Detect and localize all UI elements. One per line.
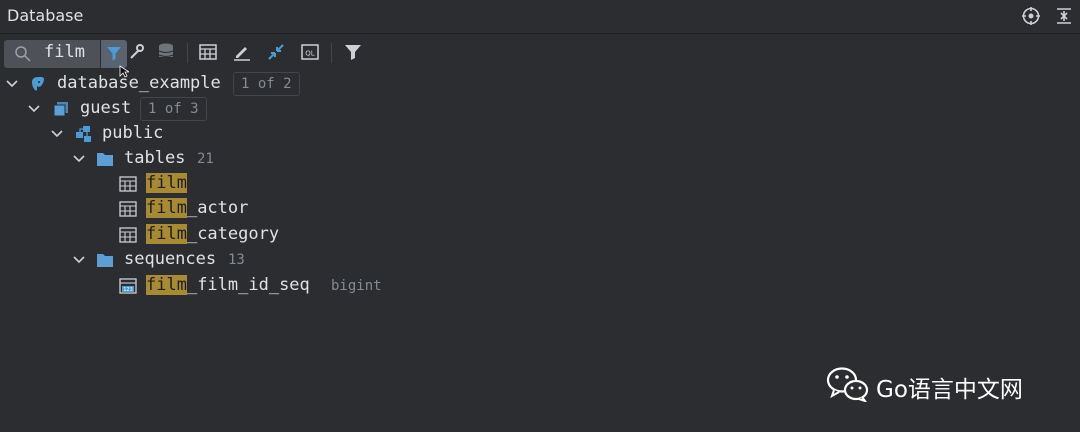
tree-node-sequence[interactable]: 123 film_film_id_seq bigint	[0, 274, 600, 298]
tree-node-table[interactable]: film_actor	[0, 197, 600, 221]
chevron-down-icon[interactable]	[72, 151, 86, 165]
search-match: film	[146, 198, 187, 218]
toolbar: film QL	[0, 34, 1080, 78]
sequence-type: bigint	[331, 278, 382, 294]
filter-icon[interactable]	[343, 42, 363, 62]
search-match: film	[146, 275, 187, 295]
table-grid-icon[interactable]	[198, 42, 218, 62]
tree-node-tables[interactable]: tables 21	[0, 147, 600, 171]
search-input[interactable]: film	[44, 42, 85, 62]
node-label: film	[146, 173, 187, 193]
postgresql-icon	[29, 75, 47, 93]
filter-toggle-button[interactable]	[101, 40, 129, 78]
search-field[interactable]: film	[4, 40, 100, 68]
label-rest: _actor	[186, 198, 249, 218]
wechat-icon	[826, 367, 869, 402]
tree-node-public[interactable]: public	[0, 122, 600, 146]
tree-node-table[interactable]: film_category	[0, 223, 600, 247]
settings-icon[interactable]	[127, 42, 147, 62]
crosshair-icon[interactable]	[1021, 6, 1041, 26]
child-count: 13	[228, 252, 245, 268]
tool-window-header: Database	[0, 0, 1080, 34]
node-label: film_actor	[146, 198, 248, 218]
table-icon	[119, 226, 137, 244]
tree-node-database[interactable]: database_example 1 of 2	[0, 72, 600, 96]
node-label: film_category	[146, 224, 279, 244]
toolbar-separator	[187, 43, 188, 63]
panel-title: Database	[7, 6, 84, 25]
node-label: tables	[124, 148, 186, 168]
chevron-down-icon[interactable]	[50, 126, 64, 140]
node-label: sequences	[124, 249, 217, 269]
node-label: film_film_id_seq	[146, 275, 310, 295]
tree-node-schema-guest[interactable]: guest 1 of 3	[0, 97, 600, 121]
svg-text:QL: QL	[305, 50, 315, 58]
tree-node-table[interactable]: film	[0, 172, 600, 196]
jump-icon[interactable]	[266, 42, 286, 62]
tree-node-sequences[interactable]: sequences 13	[0, 248, 600, 272]
label-rest: _category	[186, 224, 280, 244]
collapse-icon[interactable]	[1054, 6, 1074, 26]
node-label: guest	[80, 98, 132, 118]
folder-icon	[96, 150, 114, 168]
schema-icon	[52, 100, 70, 118]
scope-badge: 1 of 3	[140, 97, 207, 121]
watermark-text: Go语言中文网	[876, 377, 1023, 403]
edit-icon[interactable]	[232, 42, 252, 62]
chevron-down-icon[interactable]	[72, 252, 86, 266]
label-rest: _film_id_seq	[186, 275, 310, 295]
table-icon	[119, 175, 137, 193]
scope-badge: 1 of 2	[233, 72, 300, 96]
table-icon	[119, 200, 137, 218]
search-icon	[14, 45, 32, 67]
filter-icon	[107, 47, 121, 61]
chevron-down-icon[interactable]	[5, 76, 19, 90]
chevron-down-icon[interactable]	[27, 101, 41, 115]
search-match: film	[146, 173, 187, 193]
schema-tree-icon	[74, 125, 92, 143]
node-label: public	[102, 123, 164, 143]
toolbar-separator	[331, 43, 332, 63]
query-console-icon[interactable]: QL	[300, 42, 320, 62]
node-label: database_example	[57, 73, 221, 93]
child-count: 21	[197, 151, 214, 167]
folder-icon	[96, 251, 114, 269]
svg-text:123: 123	[123, 287, 133, 293]
search-match: film	[146, 224, 187, 244]
sequence-icon: 123	[119, 277, 137, 295]
database-stack-icon[interactable]	[156, 42, 176, 62]
